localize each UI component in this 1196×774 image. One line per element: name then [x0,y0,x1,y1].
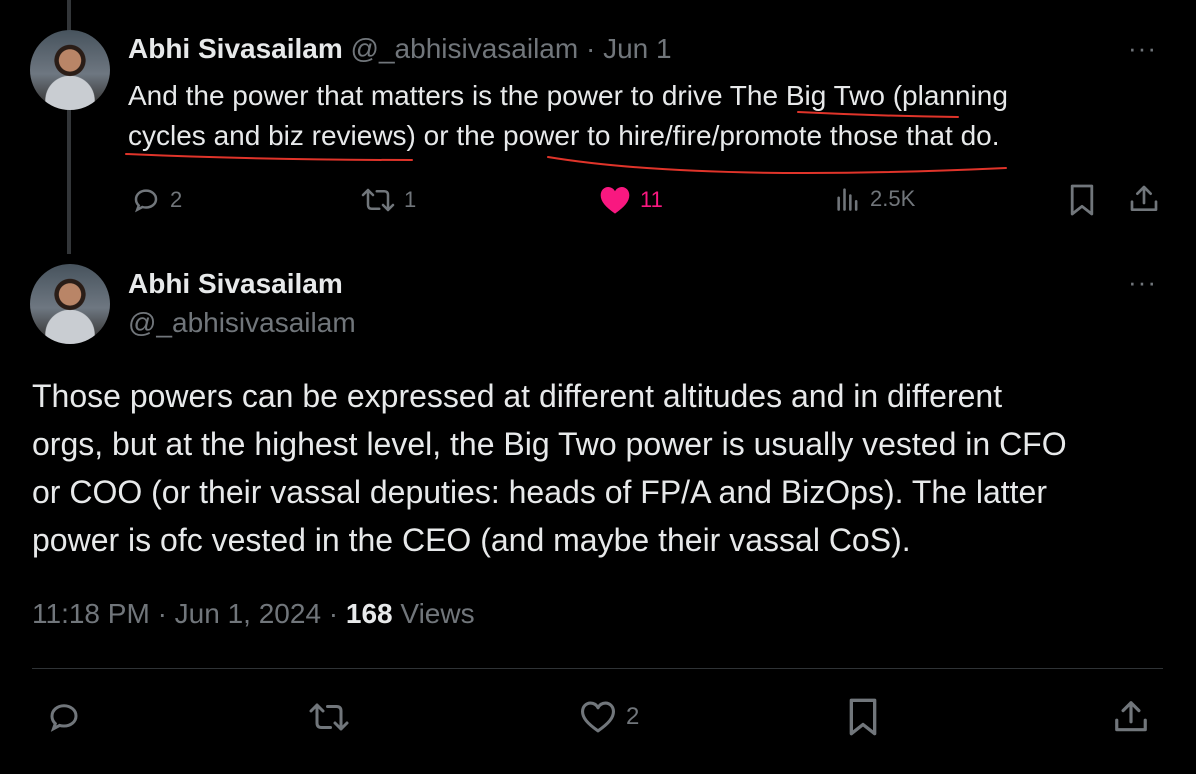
like-count: 2 [626,703,640,730]
like-button[interactable]: 2 [578,700,639,734]
author-name[interactable]: Abhi Sivasailam [128,268,343,300]
more-options-icon[interactable]: ··· [1128,269,1157,295]
views-count: 2.5K [870,186,916,211]
separator-dot: · [585,33,596,64]
tweet-time[interactable]: 11:18 PM [32,598,150,629]
repost-icon [309,703,349,731]
repost-button[interactable]: 1 [360,185,416,215]
views-count: 168 [345,598,393,629]
bookmark-button[interactable] [1068,183,1096,222]
avatar[interactable] [30,30,110,110]
reply-button[interactable] [44,699,84,740]
bookmark-icon [1070,184,1094,216]
divider [32,668,1163,669]
tweet-text: And the power that matters is the power … [128,76,1168,156]
tweet-text-line: power is ofc vested in the CEO (and mayb… [32,522,911,558]
tweet-text-line: orgs, but at the highest level, the Big … [32,426,1067,462]
views-label: Views [400,598,475,629]
bookmark-icon [849,698,877,736]
reply-button[interactable]: 2 [130,185,182,215]
separator-dot: · [157,598,167,629]
share-button[interactable] [1112,697,1150,742]
tweet-metadata: 11:18 PM · Jun 1, 2024 · 168 Views [32,598,475,630]
tweet-text-line: And the power that matters is the power … [128,80,1008,111]
tweet-date[interactable]: Jun 1, 2024 [175,598,321,629]
separator-dot: · [328,598,339,629]
more-options-icon[interactable]: ··· [1128,35,1157,61]
views-button[interactable]: 2.5K [834,185,915,213]
tweet-text-line: cycles and biz reviews) or the power to … [128,120,1000,151]
repost-icon [361,188,395,212]
share-icon [1130,185,1158,211]
author-handle[interactable]: @_abhisivasailam [128,307,356,339]
repost-button[interactable] [306,699,352,740]
share-icon [1115,701,1147,732]
tweet-header: Abhi Sivasailam @_abhisivasailam · Jun 1 [128,33,672,65]
repost-count: 1 [404,187,417,212]
like-icon [581,701,615,733]
tweet-date[interactable]: Jun 1 [603,33,672,64]
share-button[interactable] [1128,182,1160,221]
reply-count: 2 [170,187,183,212]
tweet-text-line: or COO (or their vassal deputies: heads … [32,474,1047,510]
tweet-text: Those powers can be expressed at differe… [32,372,1172,564]
bookmark-button[interactable] [846,697,880,742]
views-icon [837,188,858,211]
tweet-text-line: Those powers can be expressed at differe… [32,378,1003,414]
author-name[interactable]: Abhi Sivasailam [128,33,343,64]
underline-power-hire [547,156,1007,175]
reply-icon [134,189,158,213]
reply-icon [50,704,78,732]
avatar[interactable] [30,264,110,344]
like-count: 11 [640,187,663,212]
author-handle[interactable]: @_abhisivasailam [351,33,579,64]
like-icon [600,187,630,214]
like-button[interactable]: 11 [598,185,663,215]
